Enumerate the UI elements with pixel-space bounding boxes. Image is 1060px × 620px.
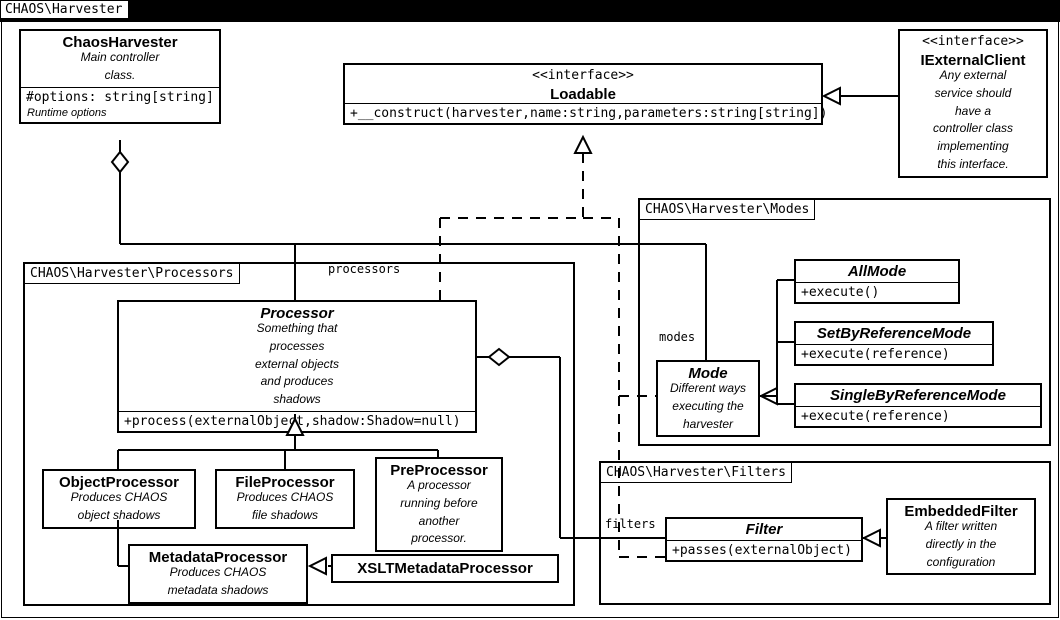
all-mode-title: AllMode: [796, 261, 958, 282]
metadata-processor-d1: Produces CHAOS: [130, 566, 306, 584]
loadable-title: Loadable: [345, 83, 821, 103]
object-processor-d1: Produces CHAOS: [44, 491, 194, 509]
pre-processor-d1: A processor: [377, 479, 501, 497]
class-iexternalclient: <<interface>> IExternalClient Any extern…: [898, 29, 1048, 178]
pre-processor-d4: processor.: [377, 532, 501, 550]
iexternal-d1: Any external: [900, 69, 1046, 87]
package-processors-label: CHAOS\Harvester\Processors: [24, 263, 240, 284]
singlebyref-mode-op: +execute(reference): [796, 407, 1040, 426]
processor-d1: Something that: [119, 322, 475, 340]
loadable-stereo: <<interface>>: [345, 65, 821, 83]
processor-d4: and produces: [119, 375, 475, 393]
metadata-processor-d2: metadata shadows: [130, 584, 306, 602]
embedded-filter-d3: configuration: [888, 556, 1034, 574]
class-object-processor: ObjectProcessor Produces CHAOS object sh…: [42, 469, 196, 529]
embedded-filter-d2: directly in the: [888, 538, 1034, 556]
iexternal-stereo: <<interface>>: [900, 31, 1046, 49]
class-xslt-processor: XSLTMetadataProcessor: [331, 554, 559, 583]
processor-op: +process(externalObject,shadow:Shadow=nu…: [119, 412, 475, 431]
embedded-filter-title: EmbeddedFilter: [888, 500, 1034, 520]
class-pre-processor: PreProcessor A processor running before …: [375, 457, 503, 552]
xslt-processor-title: XSLTMetadataProcessor: [333, 556, 557, 581]
chaos-harvester-desc2: class.: [21, 69, 219, 87]
class-processor: Processor Something that processes exter…: [117, 300, 477, 433]
file-processor-title: FileProcessor: [217, 471, 353, 491]
metadata-processor-title: MetadataProcessor: [130, 546, 306, 566]
iexternal-title: IExternalClient: [900, 49, 1046, 69]
class-metadata-processor: MetadataProcessor Produces CHAOS metadat…: [128, 544, 308, 604]
singlebyref-mode-title: SingleByReferenceMode: [796, 385, 1040, 406]
file-processor-d1: Produces CHAOS: [217, 491, 353, 509]
class-embedded-filter: EmbeddedFilter A filter written directly…: [886, 498, 1036, 575]
pre-processor-d2: running before: [377, 497, 501, 515]
chaos-harvester-member: #options: string[string]: [21, 88, 219, 107]
loadable-op: +__construct(harvester,name:string,param…: [345, 104, 821, 123]
iexternal-d6: this interface.: [900, 158, 1046, 176]
class-all-mode: AllMode +execute(): [794, 259, 960, 304]
pre-processor-d3: another: [377, 515, 501, 533]
processor-d3: external objects: [119, 358, 475, 376]
package-filters-label: CHAOS\Harvester\Filters: [600, 462, 792, 483]
file-processor-d2: file shadows: [217, 509, 353, 527]
class-chaos-harvester: ChaosHarvester Main controller class. #o…: [19, 29, 221, 124]
object-processor-title: ObjectProcessor: [44, 471, 194, 491]
class-filter: Filter +passes(externalObject): [665, 517, 863, 562]
all-mode-op: +execute(): [796, 283, 958, 302]
setbyref-mode-op: +execute(reference): [796, 345, 992, 364]
processor-d2: processes: [119, 340, 475, 358]
edge-label-filters: filters: [605, 517, 656, 531]
chaos-harvester-desc1: Main controller: [21, 51, 219, 69]
filter-op: +passes(externalObject): [667, 541, 861, 560]
iexternal-d4: controller class: [900, 122, 1046, 140]
class-loadable: <<interface>> Loadable +__construct(harv…: [343, 63, 823, 125]
class-singlebyref-mode: SingleByReferenceMode +execute(reference…: [794, 383, 1042, 428]
object-processor-d2: object shadows: [44, 509, 194, 527]
iexternal-d2: service should: [900, 87, 1046, 105]
pre-processor-title: PreProcessor: [377, 459, 501, 479]
processor-d5: shadows: [119, 393, 475, 411]
mode-d2: executing the: [658, 400, 758, 418]
filter-title: Filter: [667, 519, 861, 540]
processor-title: Processor: [119, 302, 475, 322]
mode-title: Mode: [658, 362, 758, 382]
iexternal-d5: implementing: [900, 140, 1046, 158]
root-package-label: CHAOS\Harvester: [0, 0, 129, 19]
chaos-harvester-title: ChaosHarvester: [21, 31, 219, 51]
embedded-filter-d1: A filter written: [888, 520, 1034, 538]
class-file-processor: FileProcessor Produces CHAOS file shadow…: [215, 469, 355, 529]
edge-label-modes: modes: [659, 330, 695, 344]
edge-label-processors: processors: [328, 262, 400, 276]
mode-d3: harvester: [658, 418, 758, 436]
mode-d1: Different ways: [658, 382, 758, 400]
chaos-harvester-member-desc: Runtime options: [21, 107, 219, 122]
class-mode: Mode Different ways executing the harves…: [656, 360, 760, 437]
package-modes-label: CHAOS\Harvester\Modes: [639, 199, 815, 220]
class-setbyref-mode: SetByReferenceMode +execute(reference): [794, 321, 994, 366]
iexternal-d3: have a: [900, 105, 1046, 123]
setbyref-mode-title: SetByReferenceMode: [796, 323, 992, 344]
